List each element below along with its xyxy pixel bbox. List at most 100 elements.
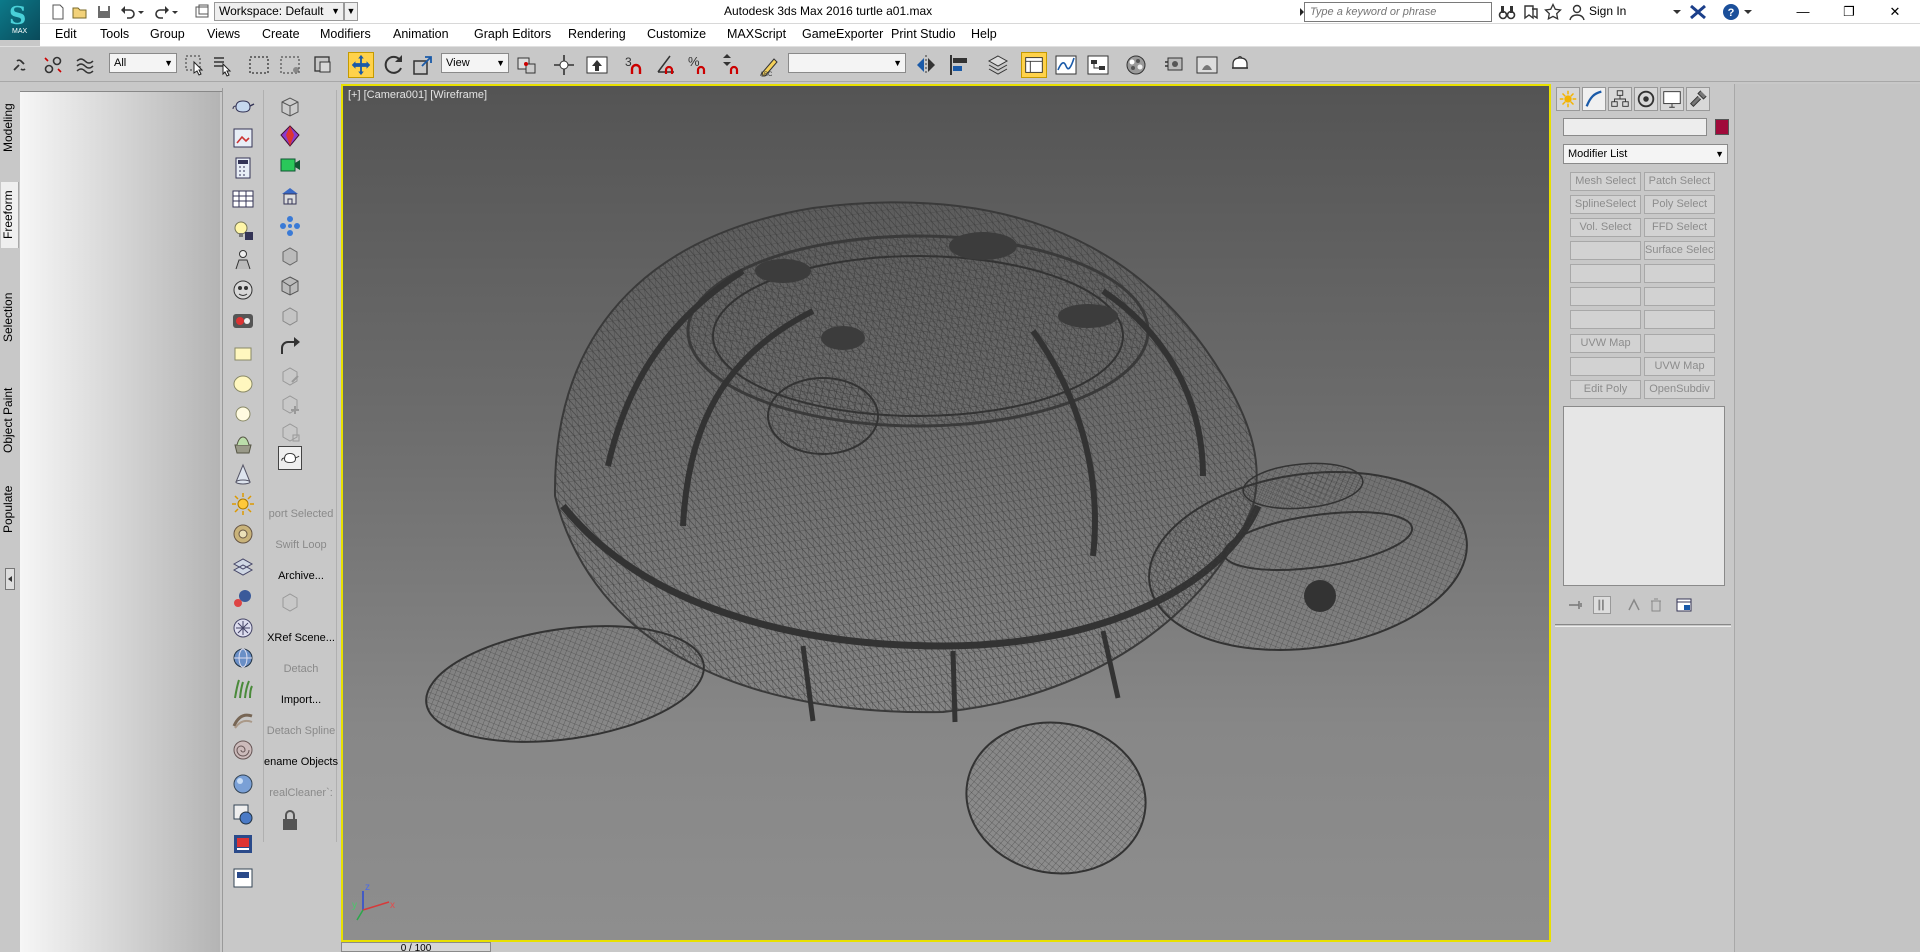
modifier-slot-button[interactable] — [1570, 241, 1641, 260]
circle-object-icon[interactable] — [231, 402, 255, 426]
select-object-icon[interactable] — [182, 52, 208, 78]
camera-viewport[interactable]: z x y [+] [Camera001] [Wireframe] — [341, 84, 1551, 942]
sphere-globe-icon[interactable] — [231, 646, 255, 670]
select-and-move-icon[interactable] — [348, 52, 374, 78]
shaded-sphere-icon[interactable] — [231, 772, 255, 796]
ribbon-collapse-icon[interactable] — [5, 568, 15, 590]
lock-icon[interactable] — [278, 808, 302, 832]
close-button[interactable]: ✕ — [1872, 0, 1918, 24]
poly-select-button[interactable]: Poly Select — [1644, 195, 1715, 214]
modifier-slot-button[interactable] — [1570, 310, 1641, 329]
configure-modifier-sets-icon[interactable] — [1675, 596, 1693, 614]
menu-maxscript[interactable]: MAXScript — [727, 27, 786, 41]
spreadsheet-icon[interactable] — [231, 187, 255, 211]
render-effects-icon[interactable] — [231, 308, 255, 332]
modifier-stack-list[interactable] — [1563, 406, 1725, 586]
export-selected-button[interactable]: port Selected — [264, 508, 338, 520]
modifier-slot-button[interactable] — [1644, 334, 1715, 353]
modifier-slot-button[interactable] — [1570, 357, 1641, 376]
modifier-slot-button[interactable] — [1570, 287, 1641, 306]
uvw-map-button[interactable]: UVW Map — [1570, 334, 1641, 353]
edit-named-selection-icon[interactable]: ABC — [757, 52, 783, 78]
subscription-center-icon[interactable] — [1522, 3, 1540, 21]
material-editor-icon[interactable] — [1123, 52, 1149, 78]
undo-icon[interactable] — [120, 4, 136, 20]
search-input[interactable] — [1305, 3, 1491, 21]
display-tab-icon[interactable] — [1660, 87, 1684, 111]
redo-icon[interactable] — [154, 4, 170, 20]
menu-gameexporter[interactable]: GameExporter — [802, 27, 883, 41]
detach-spline-button[interactable]: Detach Spline — [264, 725, 338, 737]
import-button[interactable]: Import... — [264, 694, 338, 706]
save-icon[interactable] — [96, 4, 112, 20]
ffd-select-button[interactable]: FFD Select — [1644, 218, 1715, 237]
menu-create[interactable]: Create — [262, 27, 300, 41]
selection-filter-dropdown[interactable]: All ▼ — [109, 53, 177, 73]
select-and-rotate-icon[interactable] — [380, 52, 406, 78]
modifier-slot-button[interactable] — [1570, 264, 1641, 283]
modifier-slot-button[interactable] — [1644, 310, 1715, 329]
plane-object-icon[interactable] — [231, 342, 255, 366]
box-add-icon[interactable] — [278, 392, 302, 416]
pivot-center-icon[interactable] — [514, 52, 540, 78]
unlink-icon[interactable] — [40, 52, 66, 78]
viewport-preview-icon[interactable] — [231, 126, 255, 150]
particle-flow-icon[interactable] — [231, 586, 255, 610]
calculator-icon[interactable] — [231, 156, 255, 180]
keyboard-shortcut-override-icon[interactable] — [584, 52, 610, 78]
menu-edit[interactable]: Edit — [55, 27, 77, 41]
sign-in-link[interactable]: Sign In — [1589, 4, 1626, 18]
motion-tab-icon[interactable] — [1634, 87, 1658, 111]
rendered-frame-window-icon[interactable] — [1194, 52, 1220, 78]
sun-light-icon[interactable] — [231, 492, 255, 516]
green-camera-icon[interactable] — [278, 154, 302, 178]
ribbon-tab-selection[interactable]: Selection — [1, 286, 19, 348]
create-tab-icon[interactable] — [1556, 87, 1580, 111]
pin-stack-icon[interactable] — [1567, 596, 1585, 614]
modifier-slot-button[interactable] — [1644, 287, 1715, 306]
character-rig-icon[interactable] — [231, 248, 255, 272]
box-subtract-icon[interactable] — [278, 364, 302, 388]
render-setup-icon[interactable] — [1162, 52, 1188, 78]
help-icon[interactable]: ? — [1722, 3, 1740, 21]
exchange-apps-icon[interactable] — [1688, 3, 1708, 21]
ribbon-tab-populate[interactable]: Populate — [1, 478, 19, 540]
ribbon-tab-freeform[interactable]: Freeform — [1, 182, 19, 248]
snowflake-icon[interactable] — [231, 616, 255, 640]
utilities-tab-icon[interactable] — [1686, 87, 1710, 111]
material-library-icon[interactable] — [231, 802, 255, 826]
panel-layout-icon[interactable] — [231, 866, 255, 890]
select-and-scale-icon[interactable] — [410, 52, 436, 78]
ellipse-object-icon[interactable] — [231, 372, 255, 396]
minimize-button[interactable]: — — [1780, 0, 1826, 24]
archive-button[interactable]: Archive... — [264, 570, 338, 582]
select-window-icon[interactable] — [310, 52, 336, 78]
wire-box-icon[interactable] — [278, 94, 302, 118]
menu-modifiers[interactable]: Modifiers — [320, 27, 371, 41]
light-bulb-icon[interactable] — [231, 218, 255, 242]
mesh-select-button[interactable]: Mesh Select — [1570, 172, 1641, 191]
object-color-swatch[interactable] — [1715, 119, 1729, 135]
modifier-slot-button[interactable] — [1644, 264, 1715, 283]
menu-customize[interactable]: Customize — [647, 27, 706, 41]
make-unique-icon[interactable] — [1625, 596, 1643, 614]
hierarchy-tab-icon[interactable] — [1608, 87, 1632, 111]
building-icon[interactable] — [278, 184, 302, 208]
teapot-icon[interactable] — [231, 95, 255, 119]
search-box[interactable] — [1304, 2, 1492, 22]
help-dropdown-icon[interactable] — [1743, 3, 1753, 21]
snaps-toggle-icon[interactable]: 3 — [622, 52, 648, 78]
frame-buffer-icon[interactable] — [231, 832, 255, 856]
menu-rendering[interactable]: Rendering — [568, 27, 626, 41]
show-end-result-icon[interactable] — [1593, 596, 1611, 614]
modifier-list-dropdown[interactable]: Modifier List ▼ — [1563, 144, 1728, 164]
open-file-icon[interactable] — [72, 4, 88, 20]
edit-poly-button[interactable]: Edit Poly — [1570, 380, 1641, 399]
mirror-icon[interactable] — [913, 52, 939, 78]
menu-graph-editors[interactable]: Graph Editors — [474, 27, 551, 41]
cloth-mesh-icon[interactable] — [231, 556, 255, 580]
scatter-points-icon[interactable] — [278, 214, 302, 238]
menu-tools[interactable]: Tools — [100, 27, 129, 41]
ribbon-tab-modeling[interactable]: Modeling — [1, 96, 19, 160]
app-logo-button[interactable]: S MAX — [0, 0, 40, 40]
